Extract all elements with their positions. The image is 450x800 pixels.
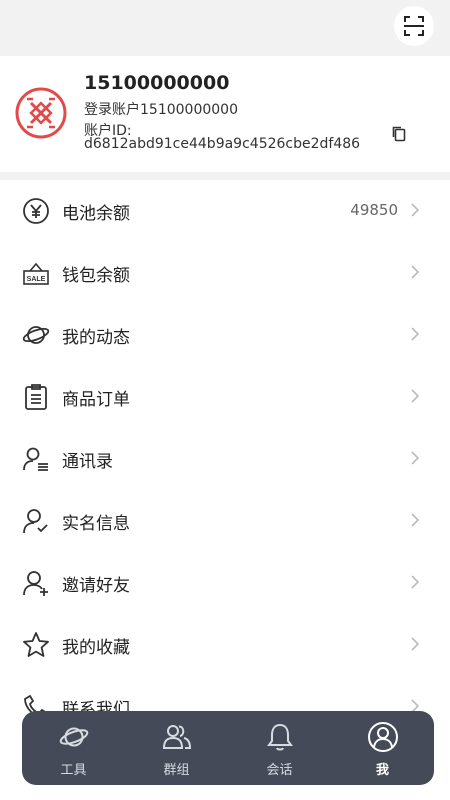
copy-icon	[392, 126, 406, 142]
menu-item-real-name-info[interactable]: 实名信息	[0, 490, 450, 552]
tab-tools[interactable]: 工具	[22, 711, 125, 785]
user-add-icon	[22, 569, 50, 597]
menu-item-label: 通讯录	[62, 452, 113, 472]
menu-item-battery-balance[interactable]: 电池余额 49850	[0, 180, 450, 242]
planet-icon	[58, 721, 90, 753]
menu-item-contacts[interactable]: 通讯录	[0, 428, 450, 490]
profile-id-value: d6812abd91ce44b9a9c4526cbe2df486	[84, 136, 361, 152]
menu-item-label: 钱包余额	[62, 266, 130, 286]
avatar[interactable]	[15, 87, 67, 139]
tab-chats[interactable]: 会话	[228, 711, 331, 785]
scan-icon	[404, 16, 424, 36]
menu-item-invite-friends[interactable]: 邀请好友	[0, 552, 450, 614]
top-bar	[0, 0, 450, 56]
bottom-tab-bar: 工具 群组 会话 我	[22, 711, 434, 785]
menu-item-my-moments[interactable]: 我的动态	[0, 304, 450, 366]
menu-item-label: 商品订单	[62, 390, 130, 410]
tab-me[interactable]: 我	[331, 711, 434, 785]
menu-list: 电池余额 49850 SALE 钱包余额 我的动态 商品订单 通讯录 实名信息 …	[0, 180, 450, 800]
scan-button[interactable]	[394, 6, 434, 46]
chevron-right-icon	[411, 203, 420, 217]
chevron-right-icon	[411, 389, 420, 403]
menu-item-product-orders[interactable]: 商品订单	[0, 366, 450, 428]
menu-item-wallet-balance[interactable]: SALE 钱包余额	[0, 242, 450, 304]
sale-sign-icon: SALE	[22, 259, 50, 287]
group-icon	[161, 721, 193, 753]
chevron-right-icon	[411, 575, 420, 589]
tab-groups[interactable]: 群组	[125, 711, 228, 785]
tab-label: 我	[375, 763, 389, 778]
chevron-right-icon	[411, 265, 420, 279]
user-circle-icon	[367, 721, 399, 753]
bottom-strip	[0, 785, 450, 800]
bell-icon	[264, 721, 296, 753]
battery-balance-value: 49850	[350, 201, 398, 219]
chevron-right-icon	[411, 637, 420, 651]
clipboard-icon	[22, 383, 50, 411]
svg-text:SALE: SALE	[27, 276, 46, 283]
tab-label: 会话	[266, 763, 293, 778]
tab-label: 群组	[163, 763, 190, 778]
user-check-icon	[22, 507, 50, 535]
profile-name: 15100000000	[84, 72, 230, 94]
menu-item-label: 我的收藏	[62, 638, 130, 658]
copy-id-button[interactable]	[389, 124, 409, 144]
profile-account: 登录账户15100000000	[84, 102, 238, 118]
chevron-right-icon	[411, 451, 420, 465]
menu-item-label: 实名信息	[62, 514, 130, 534]
chevron-right-icon	[411, 327, 420, 341]
yuan-icon	[22, 197, 50, 225]
menu-item-label: 邀请好友	[62, 576, 130, 596]
star-icon	[22, 631, 50, 659]
chevron-right-icon	[411, 513, 420, 527]
tab-label: 工具	[60, 763, 87, 778]
planet-icon	[22, 321, 50, 349]
menu-item-my-favorites[interactable]: 我的收藏	[0, 614, 450, 676]
contacts-icon	[22, 445, 50, 473]
menu-item-label: 我的动态	[62, 328, 130, 348]
profile-card[interactable]: 15100000000 登录账户15100000000 账户ID: d6812a…	[0, 56, 450, 172]
menu-item-label: 电池余额	[62, 204, 130, 224]
